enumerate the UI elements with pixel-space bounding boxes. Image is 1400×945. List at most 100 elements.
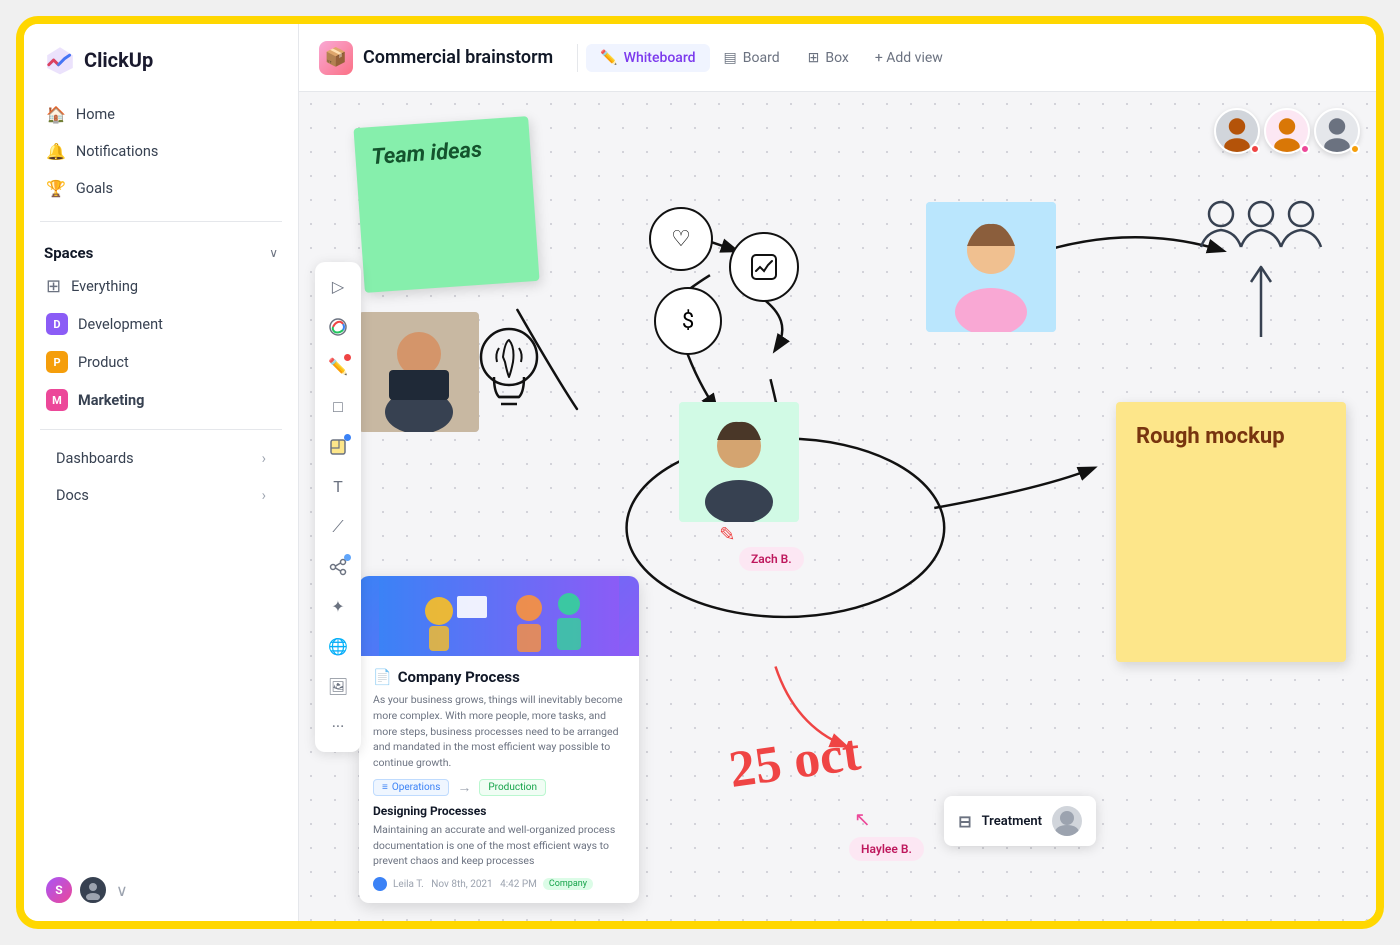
doc-tag-production: Production — [479, 779, 546, 796]
treatment-task-icon: ⊟ — [958, 812, 971, 831]
marketing-dot: M — [46, 389, 68, 411]
tool-more[interactable]: ··· — [321, 710, 355, 744]
whiteboard-toolbar: ▷ ✏️ □ T ⟋ — [315, 262, 361, 752]
sidebar-item-notifications[interactable]: 🔔 Notifications — [36, 133, 286, 170]
add-view-label: + Add view — [875, 50, 943, 66]
doc-tag-operations: ≡ Operations — [373, 779, 449, 796]
tool-palette[interactable] — [321, 310, 355, 344]
badge-haylee: Haylee B. — [849, 837, 924, 861]
project-title: Commercial brainstorm — [363, 47, 553, 68]
project-icon: 📦 — [319, 41, 353, 75]
bubble-dollar: $ — [654, 287, 722, 355]
avatar-j — [78, 875, 108, 905]
bell-icon: 🔔 — [46, 142, 66, 161]
wb-user-1-dot — [1250, 144, 1260, 154]
sidebar-item-home[interactable]: 🏠 Home — [36, 96, 286, 133]
sidebar-item-development-label: Development — [78, 316, 163, 333]
treatment-task-card[interactable]: ⊟ Treatment — [944, 796, 1096, 846]
user-menu-chevron-icon: ∨ — [116, 881, 128, 900]
divider-1 — [40, 221, 282, 222]
tool-text[interactable]: T — [321, 470, 355, 504]
divider-2 — [40, 429, 282, 430]
app-name: ClickUp — [84, 48, 153, 72]
tool-select[interactable]: ▷ — [321, 270, 355, 304]
wb-user-3-dot — [1350, 144, 1360, 154]
tool-image[interactable]: 🖼 — [321, 670, 355, 704]
tool-ai[interactable]: ✦ — [321, 590, 355, 624]
sidebar-item-notifications-label: Notifications — [76, 143, 158, 160]
tab-board[interactable]: ▤ Board — [710, 44, 794, 72]
sticky-yellow-text: Rough mockup — [1136, 424, 1285, 449]
bubble-clickup — [729, 232, 799, 302]
tool-shape[interactable]: □ — [321, 390, 355, 424]
doc-card-section-body: Maintaining an accurate and well-organiz… — [373, 822, 625, 869]
sidebar-item-dashboards-label: Dashboards — [56, 450, 134, 467]
whiteboard-tab-icon: ✏️ — [600, 50, 617, 66]
board-tab-label: Board — [743, 50, 780, 66]
dashboards-chevron-icon: › — [262, 450, 266, 467]
home-icon: 🏠 — [46, 105, 66, 124]
pencil-icon: ✏ — [713, 520, 742, 549]
sticky-note-yellow[interactable]: Rough mockup — [1116, 402, 1346, 662]
doc-card-image — [359, 576, 639, 656]
sidebar-bottom: S ∨ — [24, 859, 298, 921]
sidebar-item-product[interactable]: P Product — [36, 343, 286, 381]
wb-user-3 — [1314, 108, 1360, 154]
clickup-logo-icon — [44, 44, 76, 76]
tool-globe[interactable]: 🌐 — [321, 630, 355, 664]
tool-connector[interactable]: ⟋ — [321, 510, 355, 544]
photo-person-2 — [926, 202, 1056, 332]
user-avatar-group[interactable]: S ∨ — [44, 875, 128, 905]
people-icons-sketch — [1196, 192, 1326, 349]
wb-user-2 — [1264, 108, 1310, 154]
sidebar-item-everything-label: Everything — [71, 278, 138, 295]
doc-card-section: Designing Processes — [373, 804, 625, 818]
whiteboard-users — [1214, 108, 1360, 154]
avatar-s: S — [44, 875, 74, 905]
spaces-header: Spaces ∨ — [24, 232, 298, 268]
header: 📦 Commercial brainstorm ✏️ Whiteboard ▤ … — [299, 24, 1376, 92]
sticky-note-green[interactable]: Team ideas — [353, 116, 539, 293]
spaces-title: Spaces — [44, 244, 93, 262]
sidebar-item-docs[interactable]: Docs › — [36, 477, 286, 514]
tab-whiteboard[interactable]: ✏️ Whiteboard — [586, 44, 709, 72]
wb-user-1 — [1214, 108, 1260, 154]
doc-author-avatar — [373, 877, 387, 891]
box-tab-icon: ⊞ — [808, 50, 820, 66]
trophy-icon: 🏆 — [46, 179, 66, 198]
doc-card-title: 📄 Company Process — [373, 668, 625, 686]
whiteboard-tab-label: Whiteboard — [624, 50, 696, 66]
sidebar-item-development[interactable]: D Development — [36, 305, 286, 343]
sidebar-item-docs-label: Docs — [56, 487, 89, 504]
badge-zach: Zach B. — [739, 547, 804, 571]
logo: ClickUp — [24, 24, 298, 92]
sidebar-item-marketing-label: Marketing — [78, 392, 144, 409]
everything-icon: ⊞ — [46, 276, 61, 297]
doc-icon: 📄 — [373, 668, 392, 686]
bubble-heart: ♡ — [649, 207, 713, 271]
development-dot: D — [46, 313, 68, 335]
doc-tag-arrow: → — [457, 779, 471, 796]
tab-box[interactable]: ⊞ Box — [794, 44, 863, 72]
add-view-button[interactable]: + Add view — [863, 44, 955, 72]
header-divider — [577, 44, 578, 72]
sidebar-item-marketing[interactable]: M Marketing — [36, 381, 286, 419]
treatment-task-avatar — [1052, 806, 1082, 836]
tool-sticky[interactable] — [321, 430, 355, 464]
sidebar-item-dashboards[interactable]: Dashboards › — [36, 440, 286, 477]
board-tab-icon: ▤ — [724, 50, 737, 66]
tool-share[interactable] — [321, 550, 355, 584]
whiteboard-canvas[interactable]: ▷ ✏️ □ T ⟋ — [299, 92, 1376, 921]
photo-person-3 — [679, 402, 799, 522]
docs-chevron-icon: › — [262, 487, 266, 504]
document-card[interactable]: 📄 Company Process As your business grows… — [359, 576, 639, 903]
lightbulb-sketch — [459, 312, 559, 465]
tool-pen[interactable]: ✏️ — [321, 350, 355, 384]
doc-card-body: 📄 Company Process As your business grows… — [359, 656, 639, 903]
sidebar-item-everything[interactable]: ⊞ Everything — [36, 268, 286, 305]
sidebar: ClickUp 🏠 Home 🔔 Notifications 🏆 Goals S… — [24, 24, 299, 921]
cursor-icon: ↖ — [854, 807, 871, 831]
sidebar-item-goals[interactable]: 🏆 Goals — [36, 170, 286, 207]
sticky-green-text: Team ideas — [371, 137, 483, 170]
handwriting-date: 25 oct — [726, 723, 864, 800]
